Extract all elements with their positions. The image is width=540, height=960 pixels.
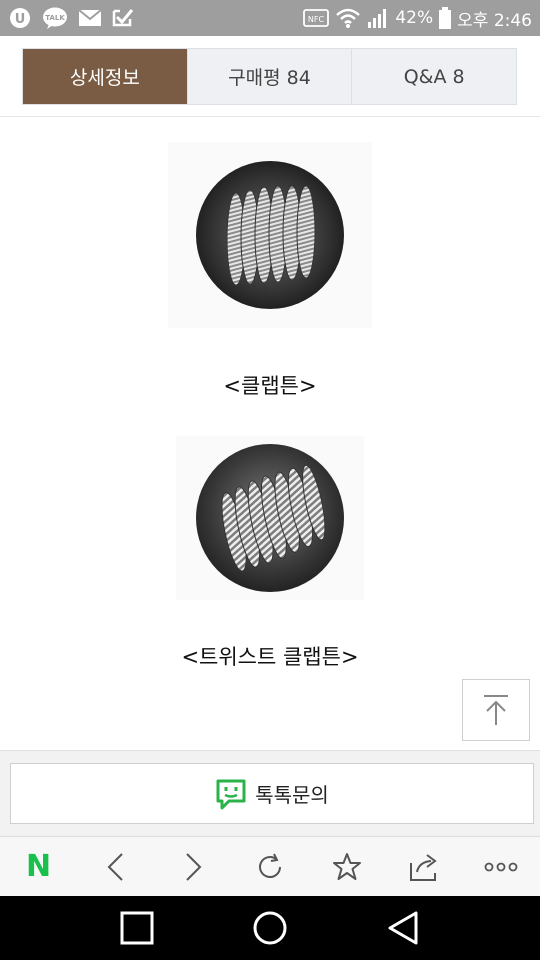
screen: U TALK NFC 42% 오후 2:46 상세정보 구매평 84 Q&A 8…	[0, 0, 540, 960]
talktalk-inquiry-button[interactable]: 톡톡문의	[10, 763, 534, 824]
check-icon	[112, 7, 134, 29]
clapton-coil-image-frame	[168, 142, 372, 328]
bookmark-button[interactable]	[317, 837, 377, 897]
back-button[interactable]	[86, 837, 146, 897]
battery-icon	[439, 7, 452, 29]
mail-icon	[78, 9, 102, 27]
browser-toolbar: N	[0, 836, 540, 896]
home-button[interactable]	[240, 898, 300, 958]
product-tabs: 상세정보 구매평 84 Q&A 8	[22, 48, 517, 105]
svg-text:U: U	[15, 12, 26, 27]
more-button[interactable]	[471, 837, 531, 897]
circle-icon	[253, 911, 287, 945]
scroll-to-top-button[interactable]	[462, 679, 530, 741]
twisted-clapton-coil-image	[196, 444, 344, 592]
talktalk-label: 톡톡문의	[255, 783, 329, 807]
refresh-icon	[259, 853, 281, 878]
back-icon	[107, 852, 123, 881]
caption-clapton: <클랩튼>	[223, 374, 317, 398]
clock: 오후 2:46	[457, 10, 532, 31]
u-plus-icon: U	[8, 6, 32, 30]
tab-reviews[interactable]: 구매평 84	[186, 49, 352, 104]
tab-qna[interactable]: Q&A 8	[351, 49, 517, 104]
signal-icon	[367, 7, 389, 29]
share-button[interactable]	[394, 837, 454, 897]
clapton-coil-image	[196, 161, 344, 309]
tab-divider	[0, 116, 540, 117]
arrow-up-icon	[484, 695, 508, 725]
caption-twisted-clapton: <트위스트 클랩튼>	[181, 645, 359, 669]
tab-detail-info[interactable]: 상세정보	[23, 49, 187, 104]
square-icon	[120, 911, 154, 945]
naver-home-icon: N	[26, 849, 52, 884]
svg-text:TALK: TALK	[45, 14, 65, 22]
system-navigation-bar	[0, 896, 540, 960]
more-icon	[485, 862, 518, 871]
triangle-back-icon	[388, 911, 418, 945]
talktalk-icon	[215, 778, 247, 810]
refresh-button[interactable]	[240, 837, 300, 897]
share-icon	[410, 853, 437, 881]
forward-button[interactable]	[163, 837, 223, 897]
talk-inquiry-area: 톡톡문의	[0, 750, 540, 836]
nfc-icon: NFC	[303, 8, 330, 28]
system-icons: NFC 42% 오후 2:46	[303, 6, 532, 31]
forward-icon	[186, 852, 202, 881]
twisted-clapton-coil-image-frame	[176, 436, 364, 600]
notification-icons: U TALK	[8, 6, 134, 30]
battery-percent: 42%	[395, 8, 434, 28]
recent-apps-button[interactable]	[107, 898, 167, 958]
status-bar: U TALK NFC 42% 오후 2:46	[0, 0, 540, 36]
kakao-talk-icon: TALK	[42, 6, 68, 30]
svg-text:NFC: NFC	[308, 15, 325, 24]
bookmark-star-icon	[333, 852, 362, 880]
naver-home-button[interactable]: N	[9, 837, 69, 897]
system-back-button[interactable]	[373, 898, 433, 958]
wifi-icon	[335, 7, 361, 29]
